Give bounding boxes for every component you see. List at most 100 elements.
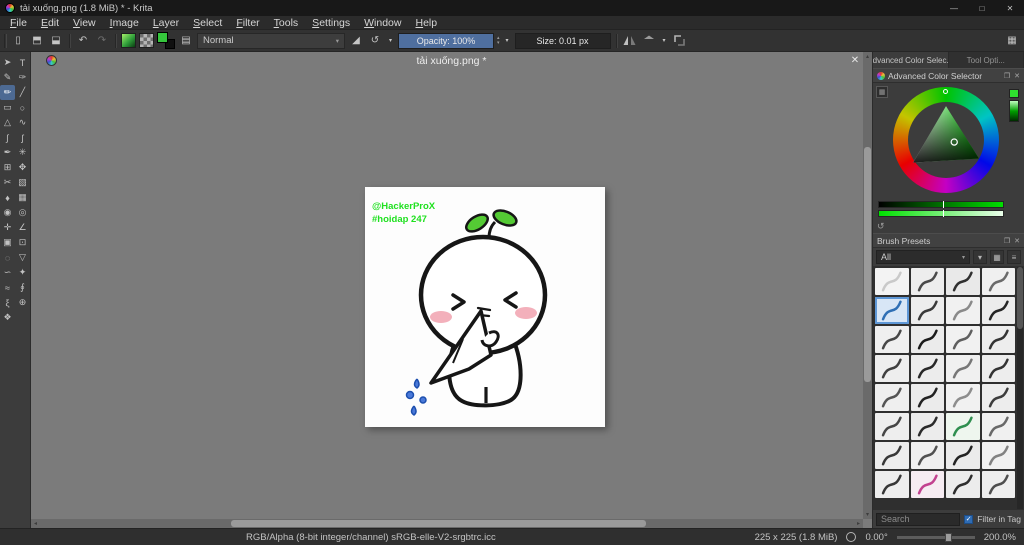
toolbar-handle[interactable] [4, 33, 7, 48]
brush-preset-thumbnail[interactable] [981, 442, 1015, 469]
canvas[interactable]: @HackerProX #hoidap 247 [365, 187, 605, 427]
brush-preset-thumbnail[interactable] [910, 384, 944, 411]
tab-advanced-color-selector[interactable]: Advanced Color Selec... [873, 52, 949, 68]
brush-preset-thumbnail[interactable] [910, 471, 944, 498]
brush-preset-thumbnail[interactable] [875, 442, 909, 469]
brush-preset-thumbnail[interactable] [910, 268, 944, 295]
foreground-background-colors[interactable] [157, 32, 175, 49]
calligraphy-tool[interactable]: ✑ [15, 70, 30, 85]
assistants-tool[interactable]: ✛ [0, 220, 15, 235]
new-document-icon[interactable]: ▯ [10, 33, 26, 49]
freehand-brush-tool[interactable]: ✏ [0, 85, 15, 100]
reference-images-tool[interactable]: ▣ [0, 235, 15, 250]
pattern-chooser[interactable] [139, 33, 154, 48]
similar-color-selection-tool[interactable]: ≈ [0, 280, 15, 295]
chevron-down-icon[interactable]: ▾ [386, 33, 395, 49]
vertical-scrollbar[interactable]: ▴ ▾ [863, 52, 872, 519]
brush-preset-thumbnail[interactable] [946, 384, 980, 411]
menu-settings[interactable]: Settings [305, 16, 357, 30]
open-document-icon[interactable]: ⬒ [29, 33, 45, 49]
chevron-down-icon[interactable]: ▾ [660, 33, 669, 49]
save-document-icon[interactable]: ⬓ [48, 33, 64, 49]
zoom-slider-thumb[interactable] [945, 532, 953, 542]
gradient-chooser[interactable] [121, 33, 136, 48]
scroll-down-icon[interactable]: ▾ [863, 510, 872, 519]
menu-filter[interactable]: Filter [229, 16, 266, 30]
gradient-tool[interactable]: ▧ [15, 175, 30, 190]
brush-search-input[interactable] [876, 512, 961, 526]
menu-layer[interactable]: Layer [146, 16, 186, 30]
brush-grid-scrollbar[interactable] [1017, 267, 1023, 509]
polygon-tool[interactable]: △ [0, 115, 15, 130]
menu-view[interactable]: View [66, 16, 103, 30]
brush-preset-thumbnail[interactable] [981, 413, 1015, 440]
text-tool[interactable]: T [15, 55, 30, 70]
bezier-curve-tool[interactable]: ∫ [0, 130, 15, 145]
reload-preset-icon[interactable]: ↺ [367, 33, 383, 49]
mirror-vertical-icon[interactable] [641, 33, 657, 49]
canvas-angle[interactable]: 0.00° [865, 532, 887, 543]
polygonal-selection-tool[interactable]: ▽ [15, 250, 30, 265]
brush-preset-thumbnail[interactable] [946, 268, 980, 295]
brush-preset-thumbnail[interactable] [910, 326, 944, 353]
color-history-icon[interactable]: ▦ [876, 86, 888, 98]
close-docker-icon[interactable]: ✕ [1014, 237, 1020, 245]
crop-tool[interactable]: ✂ [0, 175, 15, 190]
brush-preset-thumbnail[interactable] [981, 471, 1015, 498]
float-docker-icon[interactable]: ❐ [1004, 237, 1010, 245]
elliptical-selection-tool[interactable]: ◌ [0, 250, 15, 265]
menu-edit[interactable]: Edit [34, 16, 66, 30]
blend-mode-dropdown[interactable]: Normal ▾ [197, 32, 345, 49]
brush-preset-thumbnail[interactable] [910, 355, 944, 382]
rectangle-tool[interactable]: ▭ [0, 100, 15, 115]
vertical-scroll-thumb[interactable] [864, 147, 871, 382]
redo-icon[interactable]: ↷ [94, 33, 110, 49]
pattern-edit-tool[interactable]: ▦ [15, 190, 30, 205]
brush-preset-thumbnail[interactable] [875, 297, 909, 324]
menu-file[interactable]: File [3, 16, 34, 30]
grid-view-icon[interactable]: ▦ [990, 250, 1004, 264]
color-sampler-tool[interactable]: ♦ [0, 190, 15, 205]
brush-preset-thumbnail[interactable] [981, 297, 1015, 324]
scroll-right-icon[interactable]: ▸ [854, 519, 863, 528]
brush-preset-thumbnail[interactable] [981, 326, 1015, 353]
transform-tool[interactable]: ⊞ [0, 160, 15, 175]
lightness-slider[interactable] [878, 210, 1004, 217]
tag-tool-icon[interactable]: ▾ [973, 250, 987, 264]
brush-preset-thumbnail[interactable] [875, 355, 909, 382]
refresh-color-icon[interactable]: ↺ [877, 221, 885, 232]
move-tool[interactable]: ✥ [15, 160, 30, 175]
menu-window[interactable]: Window [357, 16, 408, 30]
brush-grid-scroll-thumb[interactable] [1017, 267, 1023, 329]
chevron-down-icon[interactable]: ▾ [503, 33, 512, 49]
brush-preset-thumbnail[interactable] [981, 268, 1015, 295]
close-docker-icon[interactable]: ✕ [1014, 72, 1020, 80]
mirror-horizontal-icon[interactable] [622, 33, 638, 49]
brush-size-slider[interactable]: Size: 0.01 px [514, 32, 611, 49]
brush-preset-thumbnail[interactable] [946, 471, 980, 498]
dynamic-brush-tool[interactable]: ✒ [0, 145, 15, 160]
menu-help[interactable]: Help [408, 16, 444, 30]
brush-preset-thumbnail[interactable] [981, 384, 1015, 411]
undo-icon[interactable]: ↶ [75, 33, 91, 49]
bezier-selection-tool[interactable]: ∮ [15, 280, 30, 295]
scroll-left-icon[interactable]: ◂ [31, 519, 40, 528]
close-document-icon[interactable]: ✕ [848, 53, 862, 67]
opacity-slider[interactable]: Opacity: 100% [398, 32, 494, 49]
brush-preset-thumbnail[interactable] [946, 326, 980, 353]
rectangular-selection-tool[interactable]: ⊡ [15, 235, 30, 250]
line-tool[interactable]: ╱ [15, 85, 30, 100]
saturation-value-triangle[interactable] [909, 103, 983, 177]
zoom-slider[interactable] [896, 532, 975, 542]
select-shapes-tool[interactable]: ➤ [0, 55, 15, 70]
foreground-color-swatch[interactable] [157, 32, 168, 43]
pan-tool[interactable]: ❖ [0, 310, 15, 325]
workspace-chooser-icon[interactable]: ▦ [1004, 33, 1020, 49]
edit-shapes-tool[interactable]: ✎ [0, 70, 15, 85]
polyline-tool[interactable]: ∿ [15, 115, 30, 130]
multibrush-tool[interactable]: ✳ [15, 145, 30, 160]
maximize-button[interactable]: □ [968, 0, 996, 16]
brush-preset-thumbnail[interactable] [946, 297, 980, 324]
float-docker-icon[interactable]: ❐ [1004, 72, 1010, 80]
menu-select[interactable]: Select [186, 16, 229, 30]
